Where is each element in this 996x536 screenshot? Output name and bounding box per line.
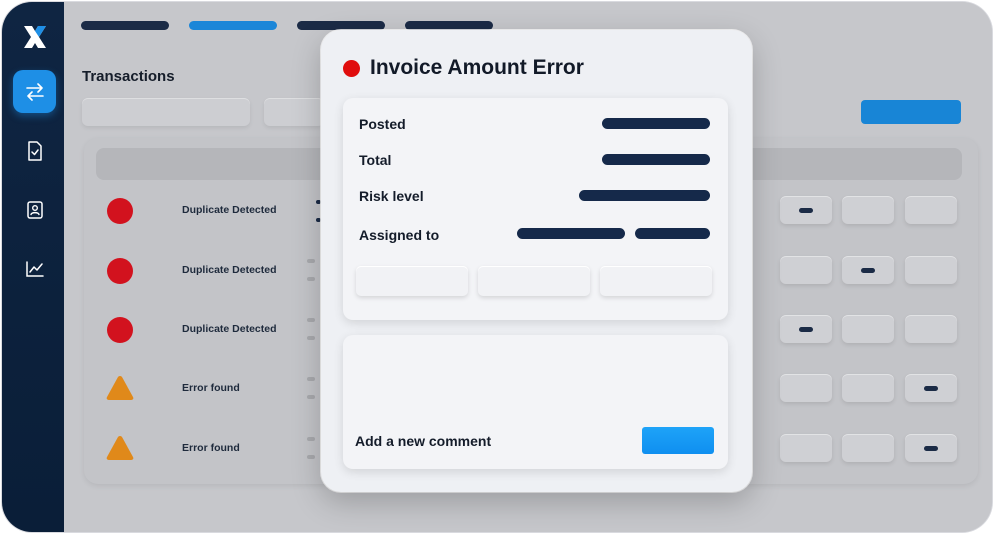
error-status-icon xyxy=(107,198,133,224)
field-label-assigned-to: Assigned to xyxy=(359,227,440,243)
row-meta-mark xyxy=(307,377,315,381)
row-meta-mark xyxy=(307,455,315,459)
sidebar xyxy=(2,2,64,532)
primary-action-button[interactable] xyxy=(861,100,961,124)
sidebar-item-documents[interactable] xyxy=(13,129,56,172)
modal-title: Invoice Amount Error xyxy=(370,56,584,79)
top-tab-placeholder[interactable] xyxy=(405,21,493,30)
option-button[interactable] xyxy=(356,266,468,296)
field-value-posted xyxy=(602,118,710,129)
line-chart-icon xyxy=(25,260,44,277)
row-cell[interactable] xyxy=(905,315,957,343)
row-cell[interactable] xyxy=(780,434,832,462)
row-status-label: Duplicate Detected xyxy=(182,323,277,335)
row-cell[interactable] xyxy=(905,256,957,284)
top-tab-placeholder-active[interactable] xyxy=(189,21,277,30)
row-cell[interactable] xyxy=(842,374,894,402)
row-status-label: Error found xyxy=(182,382,240,394)
row-cell[interactable] xyxy=(905,434,957,462)
row-cell[interactable] xyxy=(842,434,894,462)
sidebar-item-transactions[interactable] xyxy=(13,70,56,113)
field-label-posted: Posted xyxy=(359,116,406,132)
row-meta-mark xyxy=(307,395,315,399)
error-status-icon xyxy=(107,258,133,284)
row-status-label: Duplicate Detected xyxy=(182,204,277,216)
error-status-icon xyxy=(343,60,360,77)
search-input[interactable] xyxy=(82,98,250,126)
filter-button[interactable] xyxy=(264,98,324,126)
transfer-arrows-icon xyxy=(25,82,44,101)
row-cell[interactable] xyxy=(780,256,832,284)
field-value-total xyxy=(602,154,710,165)
warning-status-icon xyxy=(106,436,134,460)
warning-status-icon xyxy=(106,376,134,400)
row-status-label: Error found xyxy=(182,442,240,454)
row-meta-mark xyxy=(307,336,315,340)
row-meta-mark xyxy=(307,259,315,263)
top-tab-placeholder[interactable] xyxy=(297,21,385,30)
option-button[interactable] xyxy=(600,266,712,296)
row-cell[interactable] xyxy=(842,315,894,343)
row-cell[interactable] xyxy=(780,315,832,343)
comment-label: Add a new comment xyxy=(355,433,492,449)
row-cell-mark xyxy=(924,386,938,391)
row-cell[interactable] xyxy=(780,374,832,402)
comment-card[interactable]: Add a new comment xyxy=(343,335,728,469)
sidebar-item-contacts[interactable] xyxy=(13,188,56,231)
row-cell[interactable] xyxy=(842,256,894,284)
row-cell-mark xyxy=(861,268,875,273)
field-label-risk-level: Risk level xyxy=(359,188,424,204)
row-cell[interactable] xyxy=(780,196,832,224)
field-label-total: Total xyxy=(359,152,392,168)
row-cell-mark xyxy=(924,446,938,451)
field-value-assigned-to xyxy=(517,228,625,239)
row-meta-mark xyxy=(307,437,315,441)
row-status-label: Duplicate Detected xyxy=(182,264,277,276)
error-status-icon xyxy=(107,317,133,343)
field-value-risk-level xyxy=(579,190,710,201)
contact-card-icon xyxy=(26,200,43,219)
row-cell-mark xyxy=(799,208,813,213)
sidebar-item-analytics[interactable] xyxy=(13,247,56,290)
app-window: Transactions Duplicate Detected Duplicat… xyxy=(2,2,992,532)
row-cell[interactable] xyxy=(905,196,957,224)
row-meta-mark xyxy=(307,277,315,281)
option-button[interactable] xyxy=(478,266,590,296)
top-tab-placeholder[interactable] xyxy=(81,21,169,30)
app-logo xyxy=(24,26,46,48)
row-cell[interactable] xyxy=(842,196,894,224)
document-check-icon xyxy=(27,140,42,161)
submit-comment-button[interactable] xyxy=(642,427,714,454)
row-cell-mark xyxy=(799,327,813,332)
field-value-assigned-to xyxy=(635,228,710,239)
row-cell[interactable] xyxy=(905,374,957,402)
row-meta-mark xyxy=(307,318,315,322)
page-title: Transactions xyxy=(82,68,175,85)
invoice-error-modal: Invoice Amount Error Posted Total Risk l… xyxy=(321,30,752,492)
